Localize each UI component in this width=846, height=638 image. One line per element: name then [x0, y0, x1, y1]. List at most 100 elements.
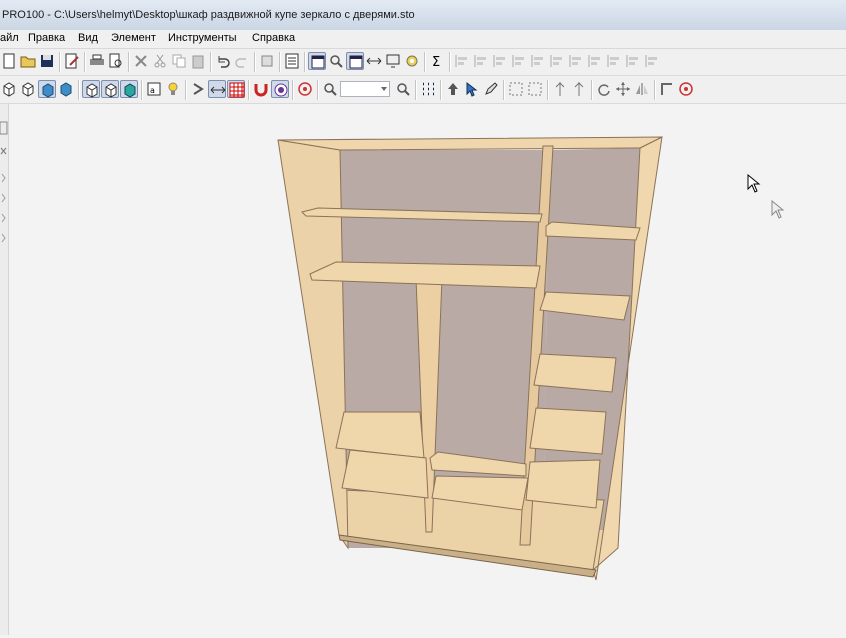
- refresh-button[interactable]: [595, 80, 613, 98]
- align-center-icon: [531, 55, 543, 67]
- window-title: PRO100 - C:\Users\helmyt\Desktop\шкаф ра…: [2, 9, 415, 21]
- move-icon: [616, 82, 630, 96]
- print-preview-button[interactable]: [107, 52, 125, 70]
- save-icon: [41, 55, 53, 67]
- redo-button[interactable]: [233, 52, 251, 70]
- delete-button[interactable]: [132, 52, 150, 70]
- copy-icon: [172, 54, 186, 68]
- print-button[interactable]: [88, 52, 106, 70]
- grid-button[interactable]: [227, 80, 245, 98]
- toolbar-separator: [547, 80, 549, 100]
- labels-button[interactable]: a: [145, 80, 163, 98]
- rotate-button[interactable]: [551, 80, 569, 98]
- light-button[interactable]: [164, 80, 182, 98]
- zoom-in-button[interactable]: [321, 80, 339, 98]
- align-front-icon: [607, 55, 619, 67]
- left-side-panel[interactable]: [0, 104, 9, 635]
- save-button[interactable]: [38, 52, 56, 70]
- zoom-in-icon: [324, 83, 337, 96]
- distribute-h-button[interactable]: [567, 52, 585, 70]
- mirror-button[interactable]: [633, 80, 651, 98]
- wireframe-button[interactable]: [0, 80, 18, 98]
- align-front-button[interactable]: [605, 52, 623, 70]
- snap-center-icon: [274, 83, 288, 97]
- checklist-button[interactable]: [283, 52, 301, 70]
- fit-view-icon: [349, 55, 363, 69]
- align-depth-button[interactable]: [643, 52, 661, 70]
- cut-button[interactable]: [151, 52, 169, 70]
- paste-button[interactable]: [189, 52, 207, 70]
- open-folder-button[interactable]: [19, 52, 37, 70]
- undo-button[interactable]: [214, 52, 232, 70]
- print-icon: [90, 54, 104, 65]
- snap-target-button[interactable]: [677, 80, 695, 98]
- mirror-icon: [636, 83, 648, 95]
- align-left-button[interactable]: [453, 52, 471, 70]
- move-up-icon: [448, 83, 458, 95]
- fit-view-button[interactable]: [346, 52, 364, 70]
- zoom-out-icon: [397, 83, 410, 96]
- hidden-lines-button[interactable]: [19, 80, 37, 98]
- toolbar-separator: [591, 80, 593, 100]
- view-front-button[interactable]: [82, 80, 100, 98]
- group-button[interactable]: [507, 80, 525, 98]
- menu-tools[interactable]: Инструменты: [168, 32, 237, 44]
- edit-element-icon: [485, 82, 498, 95]
- view-persp-button[interactable]: [120, 80, 138, 98]
- library-button[interactable]: [258, 52, 276, 70]
- rotate-2-button[interactable]: [570, 80, 588, 98]
- align-right-button[interactable]: [472, 52, 490, 70]
- library-icon: [261, 55, 273, 67]
- mouse-cursor-ghost-icon: [771, 200, 785, 219]
- select-grid-icon: [423, 82, 434, 96]
- menu-edit[interactable]: Правка: [28, 32, 65, 44]
- move-cursor-icon: [466, 81, 478, 97]
- new-file-button[interactable]: [0, 52, 18, 70]
- move-button[interactable]: [614, 80, 632, 98]
- align-top-button[interactable]: [491, 52, 509, 70]
- textured-button[interactable]: [57, 80, 75, 98]
- move-up-button[interactable]: [444, 80, 462, 98]
- paste-icon: [192, 55, 204, 69]
- copy-button[interactable]: [170, 52, 188, 70]
- dimension-button[interactable]: [365, 52, 383, 70]
- properties-icon: [65, 53, 79, 69]
- settings-button[interactable]: [403, 52, 421, 70]
- sum-button[interactable]: Σ: [428, 52, 446, 70]
- menu-help[interactable]: Справка: [252, 32, 295, 44]
- view-side-button[interactable]: [101, 80, 119, 98]
- toolbar-separator: [292, 80, 294, 100]
- shaded-button[interactable]: [38, 80, 56, 98]
- align-center-button[interactable]: [529, 52, 547, 70]
- edit-element-button[interactable]: [482, 80, 500, 98]
- ungroup-button[interactable]: [526, 80, 544, 98]
- view-mode-button[interactable]: [308, 52, 326, 70]
- snap-button[interactable]: [189, 80, 207, 98]
- 3d-viewport[interactable]: [9, 104, 846, 635]
- distribute-v-button[interactable]: [586, 52, 604, 70]
- toolbar-separator: [248, 80, 250, 100]
- zoom-combo[interactable]: [340, 81, 390, 97]
- align-middle-button[interactable]: [548, 52, 566, 70]
- menu-file[interactable]: айл: [0, 32, 19, 44]
- render-button[interactable]: [384, 52, 402, 70]
- align-depth-icon: [645, 55, 657, 67]
- menu-view[interactable]: Вид: [78, 32, 98, 44]
- target-icon: [298, 82, 312, 96]
- menu-element[interactable]: Элемент: [111, 32, 156, 44]
- zoom-window-button[interactable]: [327, 52, 345, 70]
- align-bottom-button[interactable]: [510, 52, 528, 70]
- print-preview-icon: [109, 53, 122, 68]
- align-back-button[interactable]: [624, 52, 642, 70]
- select-grid-button[interactable]: [419, 80, 437, 98]
- magnet-button[interactable]: [252, 80, 270, 98]
- zoom-out-button[interactable]: [394, 80, 412, 98]
- corner-button[interactable]: [658, 80, 676, 98]
- dimensions-toggle-button[interactable]: [208, 80, 226, 98]
- target-button[interactable]: [296, 80, 314, 98]
- snap-center-button[interactable]: [271, 80, 289, 98]
- wardrobe-3d-model[interactable]: [9, 104, 846, 635]
- properties-button[interactable]: [63, 52, 81, 70]
- wireframe-icon: [3, 82, 15, 97]
- move-cursor-button[interactable]: [463, 80, 481, 98]
